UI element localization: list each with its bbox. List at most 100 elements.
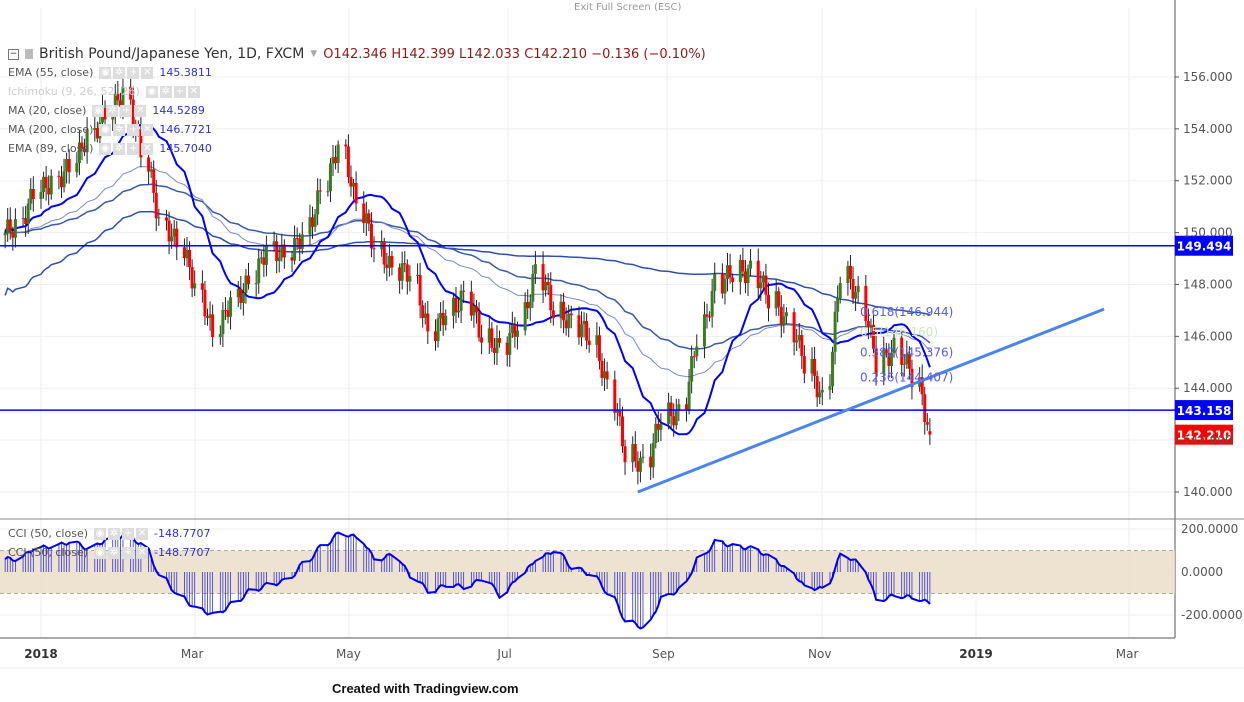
eye-icon[interactable]: ◉ xyxy=(99,123,112,136)
symbol-title[interactable]: British Pound/Japanese Yen, 1D, FXCM xyxy=(39,46,304,62)
candle xyxy=(229,290,233,330)
close-icon[interactable]: ✕ xyxy=(187,85,200,98)
chevron-down-icon[interactable]: ▼ xyxy=(310,49,317,59)
legend-label[interactable]: EMA (89, close) xyxy=(8,142,93,155)
level-price-label: 143.158 xyxy=(1177,404,1232,418)
candle xyxy=(439,302,443,332)
eye-icon[interactable]: ◉ xyxy=(145,85,158,98)
candle xyxy=(597,326,601,370)
close-icon[interactable]: ✕ xyxy=(141,66,154,79)
candle-body xyxy=(523,302,527,331)
candle xyxy=(669,395,673,429)
gear-icon[interactable]: ✲ xyxy=(159,85,172,98)
cci-tick-label: -200.0000 xyxy=(1181,608,1243,622)
candle-body xyxy=(469,291,473,316)
close-icon[interactable]: ✕ xyxy=(136,546,149,559)
candle-body xyxy=(277,257,281,262)
close-icon[interactable]: ✕ xyxy=(134,104,147,117)
candle xyxy=(531,265,535,308)
close-icon[interactable]: ✕ xyxy=(141,123,154,136)
candle-body xyxy=(275,241,279,262)
candle xyxy=(526,289,530,320)
eye-icon[interactable]: ◉ xyxy=(92,104,105,117)
candle-body xyxy=(29,188,33,204)
candle xyxy=(331,144,335,176)
plus-icon[interactable]: + xyxy=(127,66,140,79)
candle xyxy=(741,247,745,278)
candle xyxy=(436,313,440,348)
gear-icon[interactable]: ✲ xyxy=(106,104,119,117)
legend-label[interactable]: Ichimoku (9, 26, 52, 26) xyxy=(8,85,140,98)
plus-icon[interactable]: + xyxy=(173,85,186,98)
candle-body xyxy=(498,338,502,343)
eye-icon[interactable]: ◉ xyxy=(99,66,112,79)
candle-body xyxy=(705,314,709,317)
candle-body xyxy=(39,192,43,200)
gear-icon[interactable]: ✲ xyxy=(113,142,126,155)
candle xyxy=(579,311,583,347)
candle xyxy=(380,230,384,257)
legend-value: 145.7040 xyxy=(159,142,212,155)
candle-body xyxy=(426,313,430,332)
candle xyxy=(603,358,607,391)
plus-icon[interactable]: + xyxy=(122,527,135,540)
candle-body xyxy=(223,309,227,311)
gear-icon[interactable]: ✲ xyxy=(108,546,121,559)
gear-icon[interactable]: ✲ xyxy=(113,66,126,79)
candle-body xyxy=(226,310,230,317)
plus-icon[interactable]: + xyxy=(127,142,140,155)
candle xyxy=(193,270,197,297)
candle-body xyxy=(854,292,858,299)
candle-body xyxy=(239,288,243,303)
close-icon[interactable]: ✕ xyxy=(136,527,149,540)
candle xyxy=(585,313,589,350)
candle-body xyxy=(564,320,568,329)
candle-body xyxy=(618,410,622,417)
eye-icon[interactable]: ◉ xyxy=(99,142,112,155)
candle xyxy=(352,178,356,200)
plus-icon[interactable]: + xyxy=(122,546,135,559)
candle-body xyxy=(472,306,476,316)
candle xyxy=(508,323,512,367)
fib-level-label: 0.5(146.160) xyxy=(860,325,938,339)
candle xyxy=(649,443,653,480)
legend-label[interactable]: EMA (55, close) xyxy=(8,66,93,79)
candle-body xyxy=(551,310,555,319)
candle xyxy=(784,307,788,325)
legend-label[interactable]: CCI (50, close) xyxy=(8,546,88,559)
candle xyxy=(405,259,409,295)
legend-label[interactable]: MA (20, close) xyxy=(8,104,86,117)
candle xyxy=(408,265,412,292)
ind-legend: Ichimoku (9, 26, 52, 26) ◉ ✲ + ✕ xyxy=(8,85,206,98)
eye-icon[interactable]: ◉ xyxy=(94,527,107,540)
candle-body xyxy=(508,332,512,355)
candle xyxy=(8,207,12,240)
candle xyxy=(385,252,389,281)
candle-body xyxy=(31,188,35,200)
eye-icon[interactable]: ◉ xyxy=(94,546,107,559)
candle-body xyxy=(59,176,63,188)
exit-fullscreen-button[interactable]: Exit Full Screen (ESC) xyxy=(574,2,681,13)
candle-body xyxy=(244,275,248,293)
candle xyxy=(587,327,591,353)
legend-label[interactable]: MA (200, close) xyxy=(8,123,93,136)
candle xyxy=(157,208,161,226)
candle-body xyxy=(515,330,519,337)
candle-body xyxy=(241,292,245,303)
candle xyxy=(326,180,330,197)
candle-body xyxy=(541,264,545,291)
candle-body xyxy=(795,340,799,343)
candle-body xyxy=(328,163,332,192)
legend-label[interactable]: CCI (50, close) xyxy=(8,527,88,540)
candle-body xyxy=(346,146,350,177)
candle-body xyxy=(710,291,714,317)
candle-body xyxy=(316,190,320,215)
candle-body xyxy=(487,328,491,343)
gear-icon[interactable]: ✲ xyxy=(113,123,126,136)
gear-icon[interactable]: ✲ xyxy=(108,527,121,540)
close-icon[interactable]: ✕ xyxy=(141,142,154,155)
collapse-icon[interactable]: − xyxy=(8,48,19,60)
candle xyxy=(846,260,850,296)
plus-icon[interactable]: + xyxy=(127,123,140,136)
plus-icon[interactable]: + xyxy=(120,104,133,117)
